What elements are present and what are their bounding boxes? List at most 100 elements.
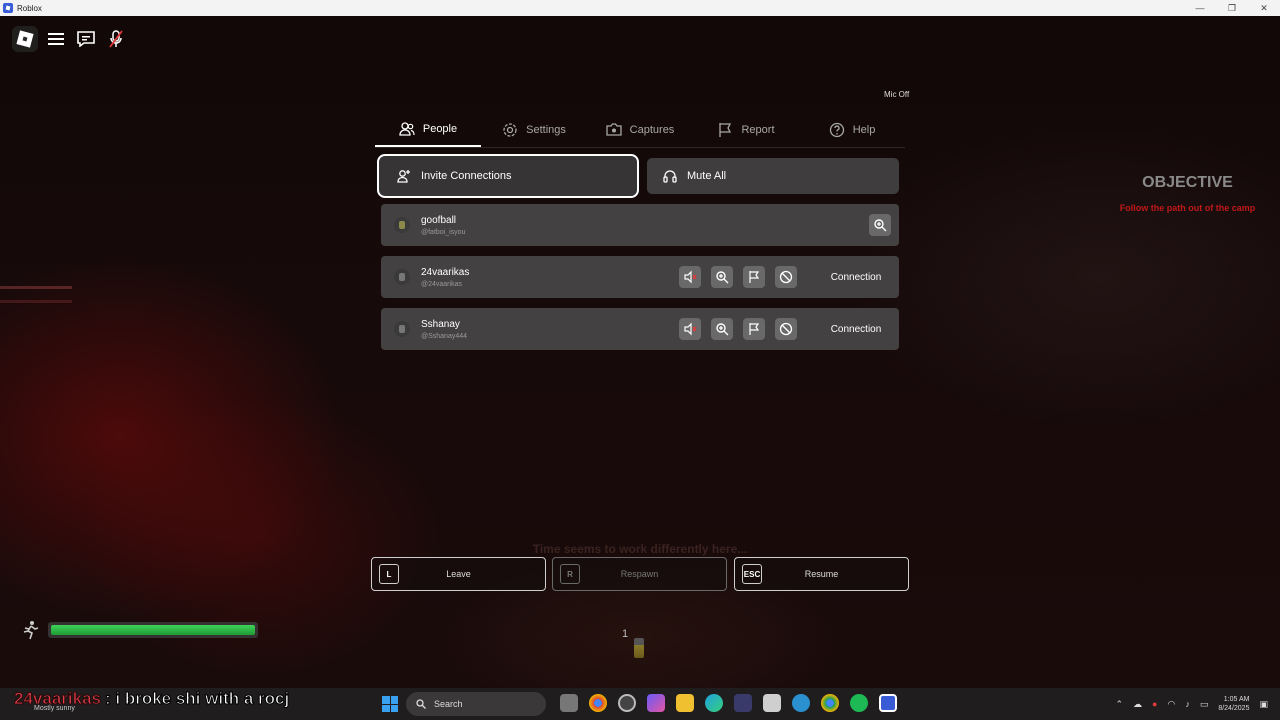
inspect-button[interactable] <box>869 214 891 236</box>
app-icon[interactable] <box>850 694 868 712</box>
respawn-label: Respawn <box>620 569 659 579</box>
volume-icon[interactable]: ♪ <box>1185 699 1190 709</box>
avatar <box>394 269 410 285</box>
app-icon[interactable] <box>734 694 752 712</box>
hotbar-slot-number: 1 <box>622 628 629 640</box>
chrome-icon[interactable] <box>589 694 607 712</box>
taskbar-search[interactable]: Search <box>406 692 546 716</box>
window-controls: — ❐ ✕ <box>1184 0 1280 16</box>
roblox-menu-icon[interactable] <box>12 26 38 52</box>
notification-icon[interactable]: ▣ <box>1259 699 1268 710</box>
hotbar-item-lantern[interactable] <box>634 638 644 658</box>
roblox-app-icon <box>3 3 13 13</box>
player-row: 24vaarikas @24vaarikas Connection <box>381 256 899 298</box>
speaker-muted-icon <box>684 322 697 336</box>
clock-date: 8/24/2025 <box>1218 705 1250 712</box>
report-player-button[interactable] <box>743 318 765 340</box>
flag-icon <box>719 122 732 137</box>
tab-help[interactable]: Help <box>799 112 905 147</box>
edge-icon[interactable] <box>705 694 723 712</box>
menu-tabs: People Settings Captures Report Help <box>375 112 905 148</box>
mic-muted-icon[interactable] <box>104 27 128 51</box>
clock[interactable]: 1:05 AM 8/24/2025 <box>1218 695 1249 713</box>
mute-all-button[interactable]: Mute All <box>647 158 899 194</box>
report-player-button[interactable] <box>743 266 765 288</box>
add-person-icon <box>397 170 410 183</box>
stamina-bar <box>48 622 258 638</box>
chevron-up-icon[interactable]: ⌃ <box>1115 699 1123 710</box>
player-row: Sshanay @Sshanay444 Connection <box>381 308 899 350</box>
keycap: R <box>560 564 580 584</box>
headphones-icon <box>663 170 677 183</box>
player-display-name: Sshanay <box>421 318 460 330</box>
resume-button[interactable]: ESC Resume <box>734 557 909 591</box>
tab-label: Report <box>741 123 775 136</box>
block-icon <box>779 270 793 284</box>
player-username: @fatboi_isyou <box>421 228 466 236</box>
invite-connections-button[interactable]: Invite Connections <box>377 154 639 198</box>
connection-button[interactable]: Connection <box>813 272 899 283</box>
chrome-icon[interactable] <box>821 694 839 712</box>
zoom-icon <box>716 323 729 336</box>
clock-time: 1:05 AM <box>1223 696 1250 703</box>
player-display-name: goofball <box>421 214 457 226</box>
block-player-button[interactable] <box>775 266 797 288</box>
leave-button[interactable]: L Leave <box>371 557 546 591</box>
game-hint-text: Time seems to work differently here... <box>532 542 748 556</box>
connection-button[interactable]: Connection <box>813 324 899 335</box>
tab-label: Settings <box>526 123 566 136</box>
task-view-icon[interactable] <box>560 694 578 712</box>
invite-label: Invite Connections <box>421 170 512 182</box>
taskbar-apps <box>560 694 897 712</box>
maximize-button[interactable]: ❐ <box>1216 0 1248 16</box>
inspect-button[interactable] <box>711 266 733 288</box>
tab-report[interactable]: Report <box>693 112 799 147</box>
window-title: Roblox <box>17 3 42 13</box>
window-titlebar: Roblox — ❐ ✕ <box>0 0 1280 16</box>
respawn-button[interactable]: R Respawn <box>552 557 727 591</box>
zoom-icon <box>874 219 887 232</box>
mute-all-label: Mute All <box>687 170 727 182</box>
inspect-button[interactable] <box>711 318 733 340</box>
chat-icon[interactable] <box>74 27 98 51</box>
caption-message: : i broke shi with a rocj <box>104 689 290 709</box>
close-button[interactable]: ✕ <box>1248 0 1280 16</box>
keycap: ESC <box>742 564 762 584</box>
windows-start-icon[interactable] <box>382 696 398 712</box>
people-icon <box>399 121 415 136</box>
copilot-icon[interactable] <box>647 694 665 712</box>
player-username: @24vaarikas <box>421 280 462 288</box>
search-label: Search <box>434 699 463 709</box>
avatar <box>394 321 410 337</box>
avatar <box>394 217 410 233</box>
store-icon[interactable] <box>763 694 781 712</box>
keycap: L <box>379 564 399 584</box>
app-icon[interactable] <box>792 694 810 712</box>
mic-icon[interactable]: ● <box>1152 699 1157 709</box>
weather-label: Mostly sunny <box>34 705 75 712</box>
leave-label: Leave <box>446 569 471 579</box>
battery-icon[interactable]: ▭ <box>1200 699 1209 710</box>
tab-captures[interactable]: Captures <box>587 112 693 147</box>
scene-light-streak <box>0 286 72 289</box>
onedrive-icon[interactable]: ☁ <box>1133 699 1142 710</box>
minimize-button[interactable]: — <box>1184 0 1216 16</box>
player-row-self: goofball @fatboi_isyou <box>381 204 899 246</box>
roblox-taskbar-icon[interactable] <box>879 694 897 712</box>
tab-settings[interactable]: Settings <box>481 112 587 147</box>
scene-light-streak <box>0 300 72 303</box>
tab-people[interactable]: People <box>375 112 481 147</box>
hamburger-menu-icon[interactable] <box>44 27 68 51</box>
obs-icon[interactable] <box>618 694 636 712</box>
mic-off-label: Mic Off <box>884 90 910 99</box>
player-display-name: 24vaarikas <box>421 266 470 278</box>
file-explorer-icon[interactable] <box>676 694 694 712</box>
block-player-button[interactable] <box>775 318 797 340</box>
mute-player-button[interactable] <box>679 266 701 288</box>
objective-title: OBJECTIVE <box>1142 174 1233 191</box>
wifi-icon[interactable]: ◠ <box>1167 699 1175 710</box>
gear-icon <box>503 122 517 137</box>
mute-player-button[interactable] <box>679 318 701 340</box>
camera-icon <box>606 122 622 136</box>
help-icon <box>829 122 844 137</box>
